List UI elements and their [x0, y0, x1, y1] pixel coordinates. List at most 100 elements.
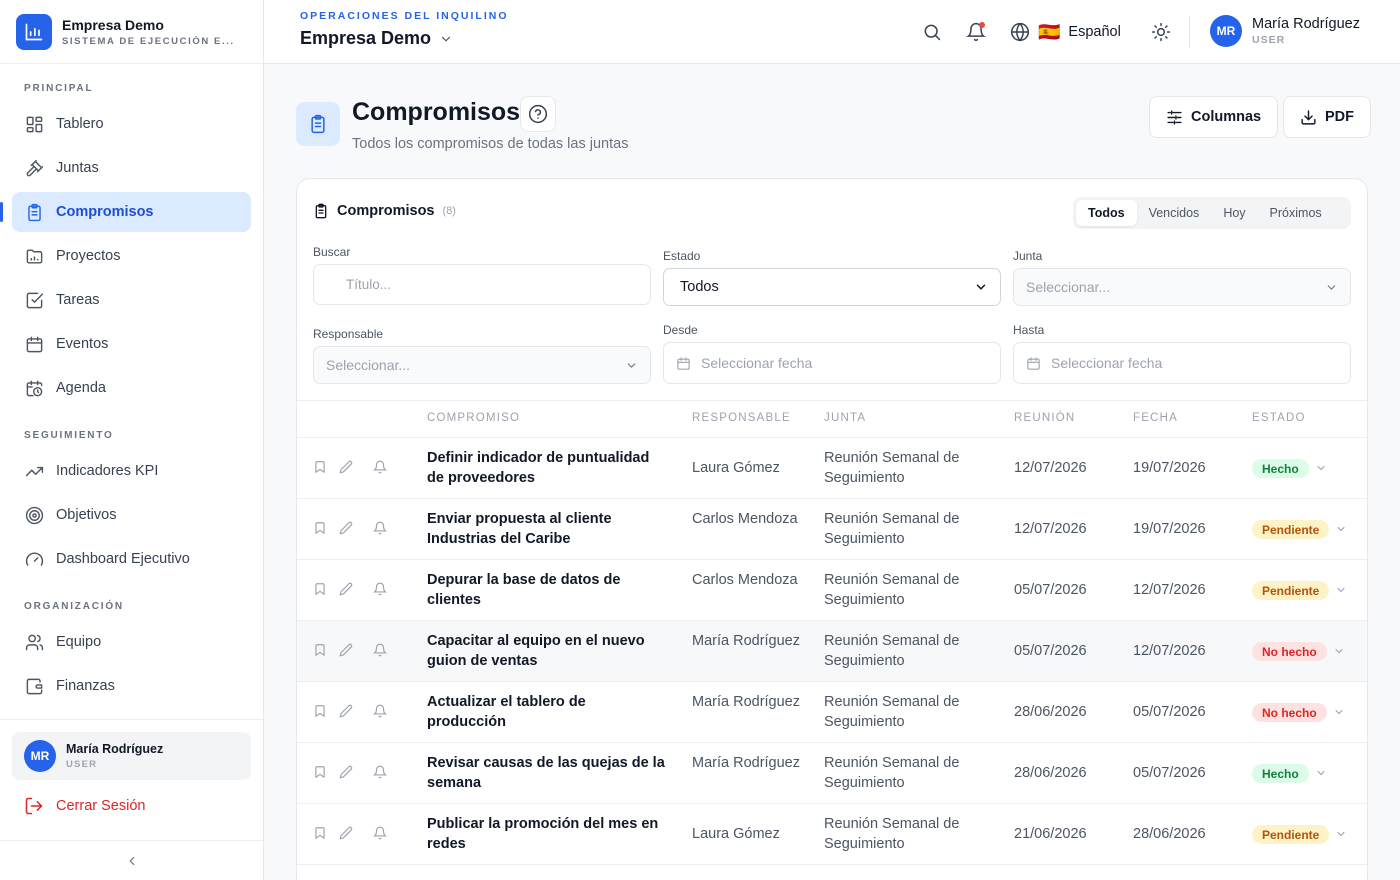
- sidebar-item-tareas[interactable]: Tareas: [12, 280, 251, 320]
- bell-icon[interactable]: [373, 826, 387, 840]
- status-badge[interactable]: Pendiente: [1252, 581, 1330, 600]
- commitment-title[interactable]: Publicar la promoción del mes en redes: [427, 814, 667, 854]
- commitment-junta: Reunión Semanal de Seguimiento: [824, 816, 960, 852]
- bell-icon[interactable]: [373, 582, 387, 596]
- commitment-title[interactable]: Actualizar el tablero de producción: [427, 692, 667, 732]
- edit-icon[interactable]: [339, 643, 353, 657]
- edit-icon[interactable]: [339, 582, 353, 596]
- bookmark-icon[interactable]: [313, 521, 327, 535]
- notifications-button[interactable]: [964, 20, 988, 44]
- sidebar-item-equipo[interactable]: Equipo: [12, 622, 251, 662]
- sidebar-item-dashboard-ejecutivo[interactable]: Dashboard Ejecutivo: [12, 539, 251, 579]
- bookmark-icon[interactable]: [313, 704, 327, 718]
- bell-icon[interactable]: [373, 460, 387, 474]
- status-badge[interactable]: No hecho: [1252, 642, 1327, 661]
- status-badge[interactable]: Hecho: [1252, 764, 1309, 783]
- status-badge[interactable]: Pendiente: [1252, 825, 1330, 844]
- chevron-down-icon: [439, 32, 453, 46]
- edit-icon[interactable]: [339, 826, 353, 840]
- th-fecha[interactable]: FECHA: [1133, 412, 1178, 424]
- columns-button[interactable]: Columnas: [1149, 96, 1279, 138]
- status-text: Pendiente: [1262, 522, 1320, 537]
- table-row[interactable]: Definir indicador de puntualidad de prov…: [297, 438, 1367, 499]
- chevron-down-icon[interactable]: [1333, 645, 1345, 657]
- user-menu[interactable]: MR María Rodríguez USER: [1210, 15, 1360, 47]
- table-row[interactable]: Depurar la base de datos de clientes Car…: [297, 560, 1367, 621]
- edit-icon[interactable]: [339, 765, 353, 779]
- help-button[interactable]: [520, 96, 556, 132]
- hasta-date-input[interactable]: Seleccionar fecha: [1013, 342, 1351, 384]
- edit-icon[interactable]: [339, 521, 353, 535]
- search-button[interactable]: [920, 20, 944, 44]
- bell-icon[interactable]: [373, 765, 387, 779]
- th-junta[interactable]: JUNTA: [824, 412, 866, 424]
- sidebar-item-compromisos[interactable]: Compromisos: [0, 192, 251, 232]
- table-row[interactable]: Enviar propuesta al cliente Industrias d…: [297, 499, 1367, 560]
- sidebar-user-card[interactable]: MR María Rodríguez USER: [12, 732, 251, 780]
- status-select[interactable]: Todos: [663, 268, 1001, 306]
- sidebar-item-objetivos[interactable]: Objetivos: [12, 495, 251, 535]
- language-selector[interactable]: 🇪🇸 Español: [1010, 18, 1121, 46]
- commitment-title[interactable]: Capacitar al equipo en el nuevo guion de…: [427, 631, 667, 671]
- bell-icon[interactable]: [373, 704, 387, 718]
- desde-date-input[interactable]: Seleccionar fecha: [663, 342, 1001, 384]
- junta-select[interactable]: Seleccionar...: [1013, 268, 1351, 306]
- tab-proximos[interactable]: Próximos: [1258, 200, 1334, 226]
- bookmark-icon[interactable]: [313, 460, 327, 474]
- sidebar-item-eventos[interactable]: Eventos: [12, 324, 251, 364]
- edit-icon[interactable]: [339, 704, 353, 718]
- sidebar-item-juntas[interactable]: Juntas: [12, 148, 251, 188]
- th-reunion[interactable]: REUNIÓN: [1014, 412, 1075, 424]
- tab-hoy[interactable]: Hoy: [1211, 200, 1257, 226]
- table-row[interactable]: Actualizar el tablero de producción Marí…: [297, 682, 1367, 743]
- pdf-export-button[interactable]: PDF: [1283, 96, 1371, 138]
- users-icon: [24, 632, 44, 652]
- edit-icon[interactable]: [339, 460, 353, 474]
- tab-todos[interactable]: Todos: [1076, 200, 1137, 226]
- tab-vencidos[interactable]: Vencidos: [1137, 200, 1212, 226]
- table-row[interactable]: Capacitar al equipo en el nuevo guion de…: [297, 621, 1367, 682]
- theme-toggle-button[interactable]: [1149, 20, 1173, 44]
- commitment-reunion-date: 05/07/2026: [1014, 643, 1087, 659]
- sidebar-item-indicadores-kpi[interactable]: Indicadores KPI: [12, 451, 251, 491]
- sidebar-item-agenda[interactable]: Agenda: [12, 368, 251, 408]
- chevron-down-icon[interactable]: [1333, 706, 1345, 718]
- chevron-down-icon[interactable]: [1335, 584, 1347, 596]
- chevron-down-icon[interactable]: [1315, 462, 1327, 474]
- collapse-sidebar-button[interactable]: [0, 840, 263, 880]
- th-responsable[interactable]: RESPONSABLE: [692, 412, 791, 424]
- chevron-down-icon[interactable]: [1335, 523, 1347, 535]
- bookmark-icon[interactable]: [313, 765, 327, 779]
- bell-icon: [966, 22, 986, 42]
- commitment-title[interactable]: Enviar propuesta al cliente Industrias d…: [427, 509, 667, 549]
- tenant-switcher[interactable]: Empresa Demo: [300, 28, 453, 49]
- th-compromiso[interactable]: COMPROMISO: [427, 412, 520, 424]
- sidebar-item-tablero[interactable]: Tablero: [12, 104, 251, 144]
- sidebar-item-finanzas[interactable]: Finanzas: [12, 666, 251, 706]
- chevron-down-icon[interactable]: [1315, 767, 1327, 779]
- chevron-down-icon: [625, 359, 638, 372]
- status-badge[interactable]: No hecho: [1252, 703, 1327, 722]
- responsable-select[interactable]: Seleccionar...: [313, 346, 651, 384]
- status-badge[interactable]: Pendiente: [1252, 520, 1330, 539]
- bookmark-icon[interactable]: [313, 826, 327, 840]
- search-input[interactable]: Título...: [313, 264, 651, 305]
- bookmark-icon[interactable]: [313, 582, 327, 596]
- clipboard-icon: [313, 203, 329, 219]
- commitment-title[interactable]: Definir indicador de puntualidad de prov…: [427, 448, 667, 488]
- bell-icon[interactable]: [373, 521, 387, 535]
- bookmark-icon[interactable]: [313, 643, 327, 657]
- table-row[interactable]: Revisar causas de las quejas de la seman…: [297, 743, 1367, 804]
- status-badge[interactable]: Hecho: [1252, 459, 1309, 478]
- brand[interactable]: Empresa Demo SISTEMA DE EJECUCIÓN E...: [0, 0, 263, 64]
- chevron-down-icon[interactable]: [1335, 828, 1347, 840]
- logout-button[interactable]: Cerrar Sesión: [24, 796, 145, 816]
- desde-label: Desde: [663, 323, 698, 337]
- sidebar-item-proyectos[interactable]: Proyectos: [12, 236, 251, 276]
- sidebar-divider: [0, 719, 263, 720]
- bell-icon[interactable]: [373, 643, 387, 657]
- commitment-title[interactable]: Revisar causas de las quejas de la seman…: [427, 753, 667, 793]
- table-row[interactable]: Publicar la promoción del mes en redes L…: [297, 804, 1367, 865]
- commitment-title[interactable]: Depurar la base de datos de clientes: [427, 570, 667, 610]
- th-estado[interactable]: ESTADO: [1252, 412, 1306, 424]
